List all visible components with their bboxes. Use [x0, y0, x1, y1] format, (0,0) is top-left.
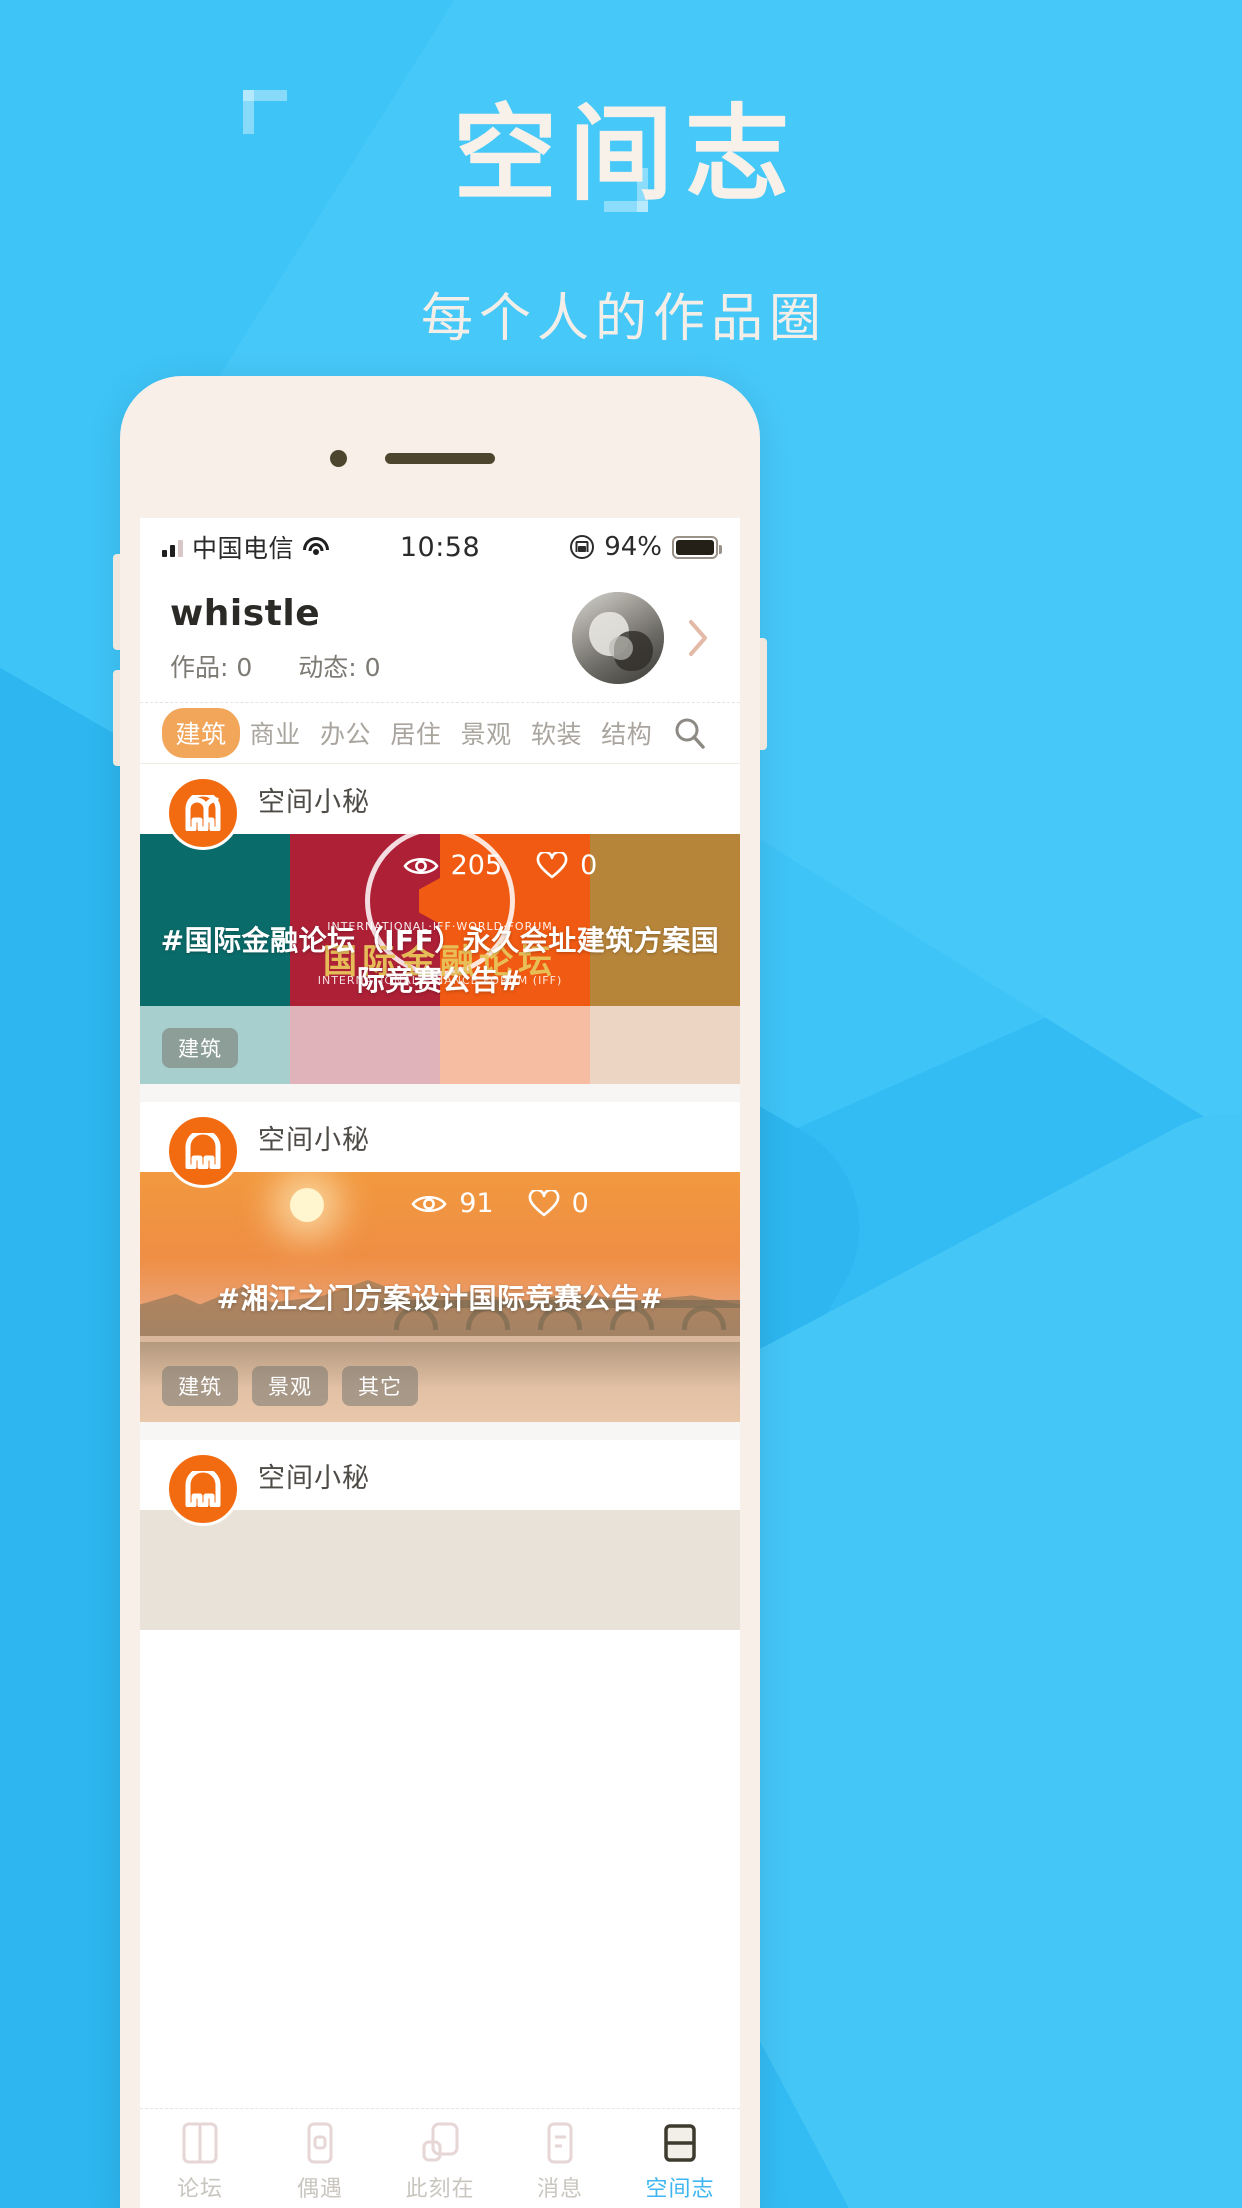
m-logo-icon	[166, 1114, 240, 1188]
phone-bezel-top	[120, 376, 760, 476]
feed-card[interactable]: 空间小秘	[140, 1102, 740, 1422]
nav-label: 论坛	[176, 2176, 223, 2202]
profile-stats: 作品: 0 动态: 0	[170, 648, 572, 684]
tab-bangong[interactable]: 办公	[310, 715, 380, 751]
battery-icon	[672, 535, 722, 559]
phone-mockup: 中国电信 10:58 94% whistle 作品: 0 动态: 0 建筑 商业…	[113, 376, 767, 2208]
card-tag[interactable]: 其它	[342, 1366, 418, 1406]
card-header: 空间小秘	[140, 1440, 740, 1526]
card-tag[interactable]: 建筑	[162, 1028, 238, 1068]
card-tag[interactable]: 建筑	[162, 1366, 238, 1406]
eye-icon	[403, 857, 439, 874]
nav-label: 偶遇	[296, 2176, 343, 2202]
view-count: 91	[411, 1188, 494, 1219]
profile-works-count: 作品: 0	[170, 652, 253, 682]
view-count-value: 205	[450, 850, 503, 881]
category-tabs: 建筑 商业 办公 居住 景观 软装 结构	[140, 702, 740, 764]
view-count-value: 91	[459, 1188, 494, 1219]
card-media[interactable]	[140, 1510, 740, 1630]
card-media[interactable]: INTERNATIONAL·IFF·WORLD·FORUM 国际金融论坛 INT…	[140, 834, 740, 1084]
rotation-lock-icon	[570, 535, 595, 559]
encounter-icon	[260, 2119, 380, 2167]
avatar[interactable]	[572, 592, 664, 684]
nav-item-space[interactable]: 空间志	[620, 2119, 740, 2203]
profile-activity-count: 动态: 0	[298, 652, 381, 682]
feed-card[interactable]: 空间小秘 INTERNATIONAL·IFF·WORLD·FORUM 国际金融论…	[140, 764, 740, 1084]
like-count-value: 0	[571, 1188, 589, 1219]
nav-label: 此刻在	[405, 2176, 475, 2202]
nav-label: 消息	[536, 2176, 583, 2202]
feed-card[interactable]: 空间小秘	[140, 1440, 740, 1630]
volume-up-button[interactable]	[113, 554, 120, 650]
tab-ruanzhuang[interactable]: 软装	[521, 715, 591, 751]
card-title: #国际金融论坛（IFF）永久会址建筑方案国际竞赛公告#	[160, 924, 720, 997]
nav-item-encounter[interactable]: 偶遇	[260, 2119, 380, 2203]
card-media[interactable]: 91 0 #湘江之门方案设计国际竞赛公告# 建筑 景观 其它	[140, 1172, 740, 1422]
tab-shangye[interactable]: 商业	[240, 715, 310, 751]
like-count[interactable]: 0	[536, 850, 597, 881]
card-header: 空间小秘	[140, 764, 740, 850]
status-bar: 中国电信 10:58 94%	[140, 518, 740, 576]
phone-screen: 中国电信 10:58 94% whistle 作品: 0 动态: 0 建筑 商业…	[140, 518, 740, 2208]
forum-icon	[140, 2119, 260, 2167]
promo-subline: 每个人的作品圈	[420, 289, 827, 350]
card-tags: 建筑 景观 其它	[162, 1366, 418, 1406]
chevron-right-icon[interactable]	[664, 619, 710, 657]
profile-texts: whistle 作品: 0 动态: 0	[170, 593, 572, 684]
card-author-name: 空间小秘	[258, 1462, 370, 1494]
volume-down-button[interactable]	[113, 670, 120, 766]
card-author-name: 空间小秘	[258, 786, 370, 818]
like-count-value: 0	[580, 850, 598, 881]
nav-label: 空间志	[645, 2176, 715, 2202]
view-count: 205	[403, 850, 503, 881]
heart-icon	[536, 851, 568, 878]
wifi-icon	[303, 537, 330, 557]
nav-item-forum[interactable]: 论坛	[140, 2119, 260, 2203]
tab-jianzhu[interactable]: 建筑	[162, 708, 240, 758]
m-logo-icon	[166, 776, 240, 850]
profile-header[interactable]: whistle 作品: 0 动态: 0	[140, 576, 740, 702]
like-count[interactable]: 0	[528, 1188, 589, 1219]
nav-item-message[interactable]: 消息	[500, 2119, 620, 2203]
tab-jingguan[interactable]: 景观	[451, 715, 521, 751]
front-camera-icon	[330, 450, 347, 467]
status-bar-right: 94%	[570, 532, 722, 562]
feed-list[interactable]: 空间小秘 INTERNATIONAL·IFF·WORLD·FORUM 国际金融论…	[140, 764, 740, 1630]
eye-icon	[411, 1195, 447, 1212]
promo-text-block: 空间志 每个人的作品圈	[0, 0, 1242, 351]
profile-username: whistle	[170, 592, 321, 634]
card-author-name: 空间小秘	[258, 1124, 370, 1156]
card-tags: 建筑	[162, 1028, 238, 1068]
earpiece-speaker	[385, 453, 495, 464]
signal-bars-icon	[162, 537, 183, 557]
m-logo-icon	[166, 1452, 240, 1526]
promo-headline: 空间志	[452, 93, 801, 215]
power-button[interactable]	[760, 638, 767, 750]
tab-juzhu[interactable]: 居住	[381, 715, 451, 751]
carrier-label: 中国电信	[192, 534, 295, 563]
nav-item-moment[interactable]: 此刻在	[380, 2119, 500, 2203]
battery-percent-label: 94%	[604, 532, 662, 562]
card-tag[interactable]: 景观	[252, 1366, 328, 1406]
status-bar-left: 中国电信	[162, 529, 330, 565]
bottom-navigation: 论坛 偶遇 此刻在 消息 空间志	[140, 2108, 740, 2208]
card-title: #湘江之门方案设计国际竞赛公告#	[216, 1282, 664, 1315]
card-header: 空间小秘	[140, 1102, 740, 1188]
heart-icon	[528, 1189, 559, 1216]
search-icon[interactable]	[662, 716, 718, 750]
space-icon	[620, 2119, 740, 2167]
message-icon	[500, 2119, 620, 2167]
card-stats: 91 0	[140, 1188, 740, 1219]
card-stats: 205 0	[140, 850, 740, 881]
tab-jiegou[interactable]: 结构	[592, 715, 662, 751]
moment-icon	[380, 2119, 500, 2167]
